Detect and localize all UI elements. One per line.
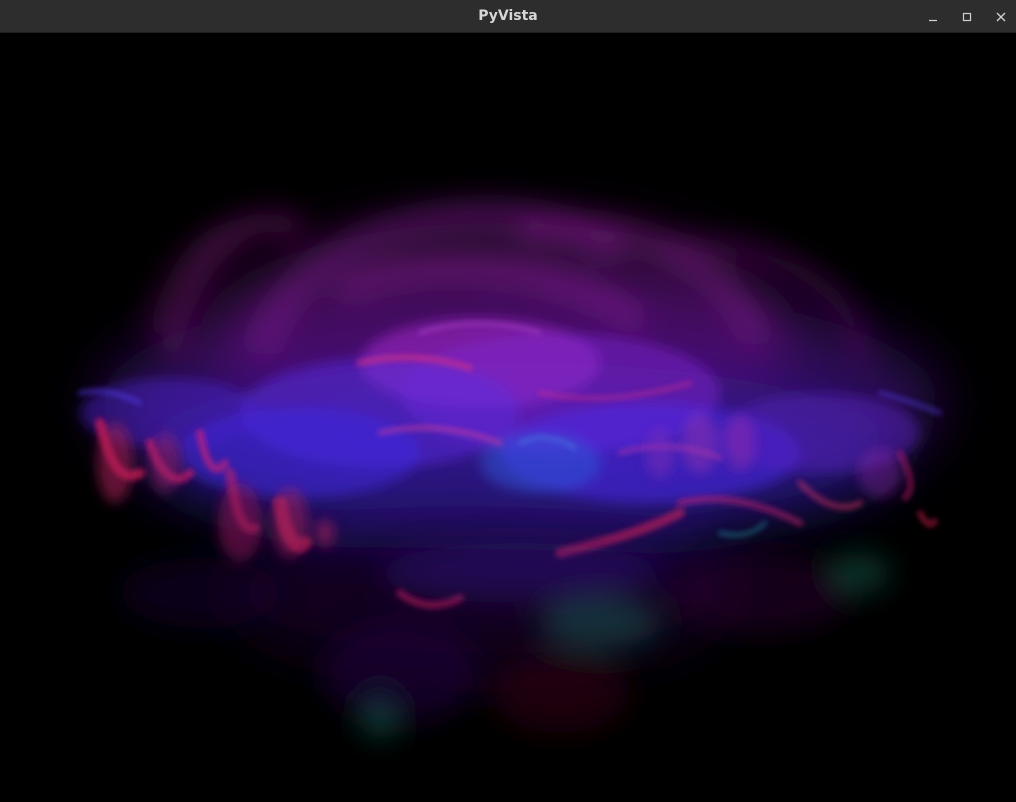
pyvista-window: PyVista bbox=[0, 0, 1016, 802]
close-button[interactable] bbox=[985, 0, 1016, 33]
minimize-icon bbox=[929, 19, 937, 21]
render-viewport[interactable] bbox=[0, 33, 1016, 802]
close-icon bbox=[996, 12, 1006, 21]
volume-render bbox=[0, 33, 1016, 802]
maximize-button[interactable] bbox=[951, 0, 983, 33]
title-bar[interactable]: PyVista bbox=[0, 0, 1016, 33]
minimize-button[interactable] bbox=[917, 0, 949, 33]
window-title: PyVista bbox=[478, 8, 538, 24]
maximize-icon bbox=[962, 12, 972, 21]
